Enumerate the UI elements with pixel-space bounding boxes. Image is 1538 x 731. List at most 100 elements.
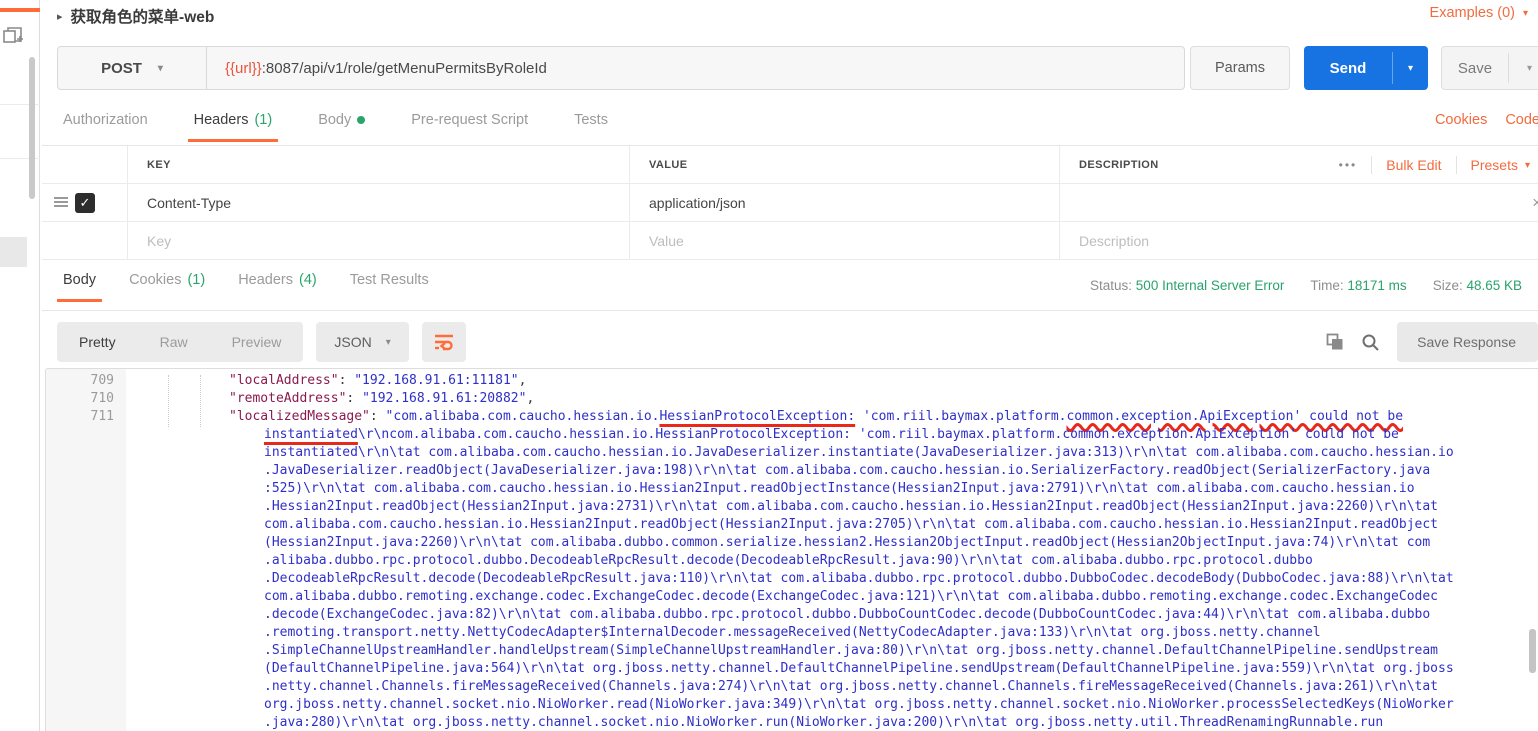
tab-authorization[interactable]: Authorization [57, 112, 154, 142]
caret-down-icon: ▾ [1527, 63, 1532, 74]
code-line: .DecodeableRpcResult.decode(DecodeableRp… [46, 570, 1538, 588]
send-label[interactable]: Send [1304, 46, 1392, 90]
request-panel: ▸ 获取角色的菜单-web Examples (0) ▾ POST ▾ {{ur… [42, 0, 1538, 731]
tab-tests[interactable]: Tests [568, 112, 614, 142]
value-input-placeholder[interactable]: Value [649, 233, 684, 249]
wrap-text-button[interactable] [422, 322, 466, 362]
send-options-caret[interactable]: ▾ [1393, 46, 1428, 90]
header-key-cell[interactable]: Content-Type [147, 195, 231, 211]
response-headers-count-badge: (4) [299, 272, 317, 288]
red-underline-annotation: instantiated [264, 427, 358, 442]
sidebar-active-indicator [0, 8, 40, 12]
divider [1456, 156, 1457, 174]
new-tab-icon[interactable] [3, 26, 23, 46]
line-number: 709 [46, 372, 114, 390]
code-line: 710"remoteAddress": "192.168.91.61:20882… [46, 390, 1538, 408]
header-row-new: Key Value Description [42, 222, 1538, 260]
header-enabled-checkbox[interactable]: ✓ [75, 193, 95, 213]
view-pretty[interactable]: Pretty [57, 322, 138, 362]
line-number: 710 [46, 390, 114, 408]
response-scrollbar[interactable] [1529, 629, 1536, 673]
view-raw[interactable]: Raw [138, 322, 210, 362]
divider [42, 310, 1538, 311]
code-line: .SimpleChannelUpstreamHandler.handleUpst… [46, 642, 1538, 660]
headers-count-badge: (1) [254, 112, 272, 128]
code-line: .remoting.transport.netty.NettyCodecAdap… [46, 624, 1538, 642]
code-line: .Hessian2Input.readObject(Hessian2Input.… [46, 498, 1538, 516]
search-icon[interactable] [1361, 333, 1380, 352]
code-line: (Hessian2Input.java:2260)\r\n\tat com.al… [46, 534, 1538, 552]
request-collapse-icon[interactable]: ▸ [57, 10, 63, 23]
response-tab-body[interactable]: Body [57, 272, 102, 302]
code-lines: 709"localAddress": "192.168.91.61:11181"… [46, 372, 1538, 731]
url-path: :8087/api/v1/role/getMenuPermitsByRoleId [262, 60, 547, 77]
size-badge: Size: 48.65 KB [1433, 278, 1522, 293]
drag-handle-icon[interactable] [54, 197, 68, 207]
code-line: 711"localizedMessage": "com.alibaba.com.… [46, 408, 1538, 426]
remove-header-icon[interactable]: × [1532, 193, 1538, 213]
code-line: instantiated\r\ncom.alibaba.com.caucho.h… [46, 426, 1538, 444]
code-line: com.alibaba.dubbo.remoting.exchange.code… [46, 588, 1538, 606]
copy-icon[interactable] [1326, 333, 1344, 351]
code-line: org.jboss.netty.channel.socket.nio.NioWo… [46, 696, 1538, 714]
line-number: 711 [46, 408, 114, 426]
header-row-content-type: ✓ Content-Type application/json × [42, 184, 1538, 222]
body-filled-dot-icon [357, 116, 365, 124]
sidebar-scrollbar[interactable] [29, 57, 35, 199]
key-input-placeholder[interactable]: Key [147, 233, 171, 249]
header-value-cell[interactable]: application/json [649, 195, 746, 211]
code-line: 709"localAddress": "192.168.91.61:11181"… [46, 372, 1538, 390]
code-line: .decode(ExchangeCodec.java:82)\r\n\tat c… [46, 606, 1538, 624]
format-dropdown[interactable]: JSON ▾ [316, 322, 408, 362]
caret-down-icon: ▾ [158, 63, 163, 74]
caret-down-icon: ▾ [386, 337, 391, 348]
red-underline-annotation: HessianProtocolException: [659, 409, 855, 424]
code-link[interactable]: Code [1505, 112, 1538, 128]
column-key: KEY [147, 159, 171, 171]
save-label[interactable]: Save [1442, 47, 1508, 89]
presets-dropdown[interactable]: Presets ▾ [1471, 157, 1531, 173]
description-input-placeholder[interactable]: Description [1079, 233, 1149, 249]
code-line: (DefaultChannelPipeline.java:564)\r\n\ta… [46, 660, 1538, 678]
sidebar-selected-item[interactable] [0, 237, 27, 267]
tab-pre-request-script[interactable]: Pre-request Script [405, 112, 534, 142]
check-icon: ✓ [80, 195, 91, 211]
save-options-caret[interactable]: ▾ [1509, 47, 1538, 89]
save-button[interactable]: Save ▾ [1441, 46, 1538, 90]
response-body-viewer[interactable]: 709"localAddress": "192.168.91.61:11181"… [45, 368, 1538, 731]
column-description: DESCRIPTION [1079, 159, 1159, 171]
params-button[interactable]: Params [1190, 46, 1290, 90]
status-badge: Status: 500 Internal Server Error [1090, 278, 1284, 293]
code-line: .netty.channel.Channels.fireMessageRecei… [46, 678, 1538, 696]
response-tab-test-results[interactable]: Test Results [344, 272, 435, 302]
examples-label: Examples (0) [1430, 5, 1515, 21]
code-line: .alibaba.dubbo.rpc.protocol.dubbo.Decode… [46, 552, 1538, 570]
examples-dropdown[interactable]: Examples (0) ▾ [1430, 5, 1528, 21]
response-tab-cookies[interactable]: Cookies (1) [123, 272, 211, 302]
format-label: JSON [334, 334, 371, 350]
method-selector[interactable]: POST ▾ [57, 46, 207, 90]
sidebar-edge [0, 0, 40, 731]
code-line: instantiated\r\n\tat com.alibaba.com.cau… [46, 444, 1538, 462]
caret-down-icon: ▾ [1525, 160, 1530, 171]
code-line: .JavaDeserializer.readObject(JavaDeseria… [46, 462, 1538, 480]
save-response-button[interactable]: Save Response [1397, 322, 1538, 362]
send-button[interactable]: Send ▾ [1304, 46, 1428, 90]
headers-table: KEY VALUE DESCRIPTION ••• Bulk Edit Pres… [42, 146, 1538, 260]
tab-headers[interactable]: Headers (1) [188, 112, 279, 142]
url-variable: {{url}} [225, 60, 262, 77]
url-input[interactable]: {{url}}:8087/api/v1/role/getMenuPermitsB… [207, 46, 1185, 90]
caret-down-icon: ▾ [1523, 8, 1528, 19]
divider [1371, 156, 1372, 174]
request-title: 获取角色的菜单-web [71, 5, 215, 27]
bulk-edit-link[interactable]: Bulk Edit [1386, 157, 1441, 173]
time-badge: Time: 18171 ms [1310, 278, 1406, 293]
postman-window: { "glyphs": { "caret": "▾", "triangle": … [0, 0, 1538, 731]
headers-table-header-row: KEY VALUE DESCRIPTION ••• Bulk Edit Pres… [42, 146, 1538, 184]
more-options-icon[interactable]: ••• [1339, 158, 1358, 172]
view-preview[interactable]: Preview [210, 322, 304, 362]
response-view-switch: Pretty Raw Preview [57, 322, 303, 362]
cookies-link[interactable]: Cookies [1435, 112, 1487, 128]
response-tab-headers[interactable]: Headers (4) [232, 272, 323, 302]
tab-body[interactable]: Body [312, 112, 371, 142]
